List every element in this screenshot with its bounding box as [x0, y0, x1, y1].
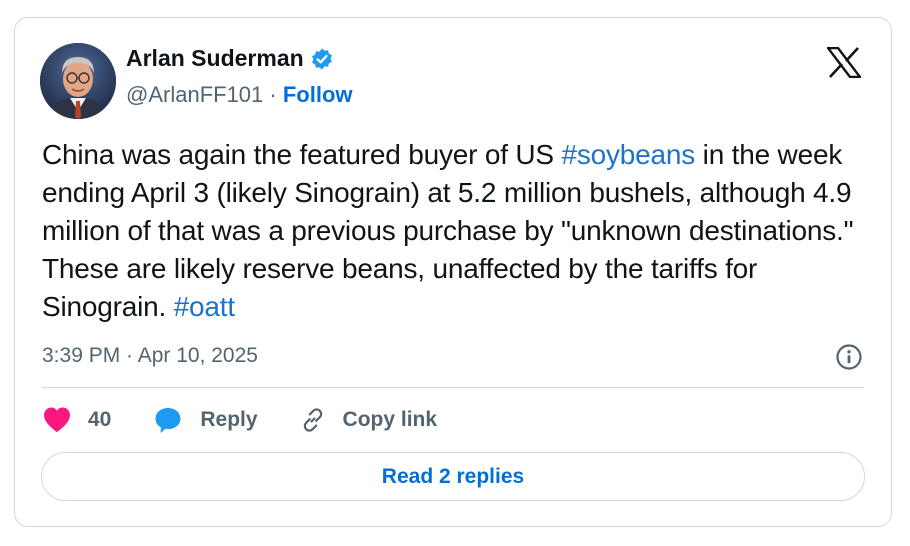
avatar[interactable] — [40, 43, 116, 119]
like-count: 40 — [88, 408, 112, 431]
read-replies-button[interactable]: Read 2 replies — [41, 452, 865, 501]
author-name[interactable]: Arlan Suderman — [126, 45, 304, 72]
reply-label: Reply — [200, 408, 258, 431]
hashtag-oatt-link[interactable]: #oatt — [174, 291, 235, 322]
reply-button[interactable]: Reply — [153, 405, 258, 435]
author-handle[interactable]: @ArlanFF101 — [126, 82, 263, 107]
man-with-glasses-avatar — [40, 43, 116, 119]
hashtag-soybeans-link[interactable]: #soybeans — [561, 139, 695, 170]
info-icon[interactable] — [835, 343, 863, 371]
tweet-card: Arlan Suderman @ArlanFF101 · Follow Chin… — [14, 17, 892, 527]
separator: · — [269, 82, 277, 107]
copy-link-label: Copy link — [342, 408, 438, 431]
copy-link-button[interactable]: Copy link — [299, 406, 438, 434]
heart-icon — [44, 407, 70, 432]
author-name-row: Arlan Suderman — [126, 45, 334, 72]
follow-button[interactable]: Follow — [283, 82, 353, 107]
like-button[interactable]: 40 — [42, 406, 111, 434]
tweet-text: China was again the featured buyer of US… — [42, 136, 872, 326]
timestamp-link[interactable]: 3:39 PM · Apr 10, 2025 — [42, 344, 258, 368]
x-logo-icon[interactable] — [825, 46, 863, 79]
speech-bubble-icon — [155, 408, 181, 433]
tweet-text-part-1: China was again the featured buyer of US — [42, 139, 562, 170]
action-bar: 40 Reply Copy link — [42, 402, 437, 438]
handle-row: @ArlanFF101 · Follow — [126, 82, 353, 108]
verified-badge-icon — [310, 47, 334, 71]
divider — [42, 387, 864, 388]
link-icon — [303, 408, 322, 432]
